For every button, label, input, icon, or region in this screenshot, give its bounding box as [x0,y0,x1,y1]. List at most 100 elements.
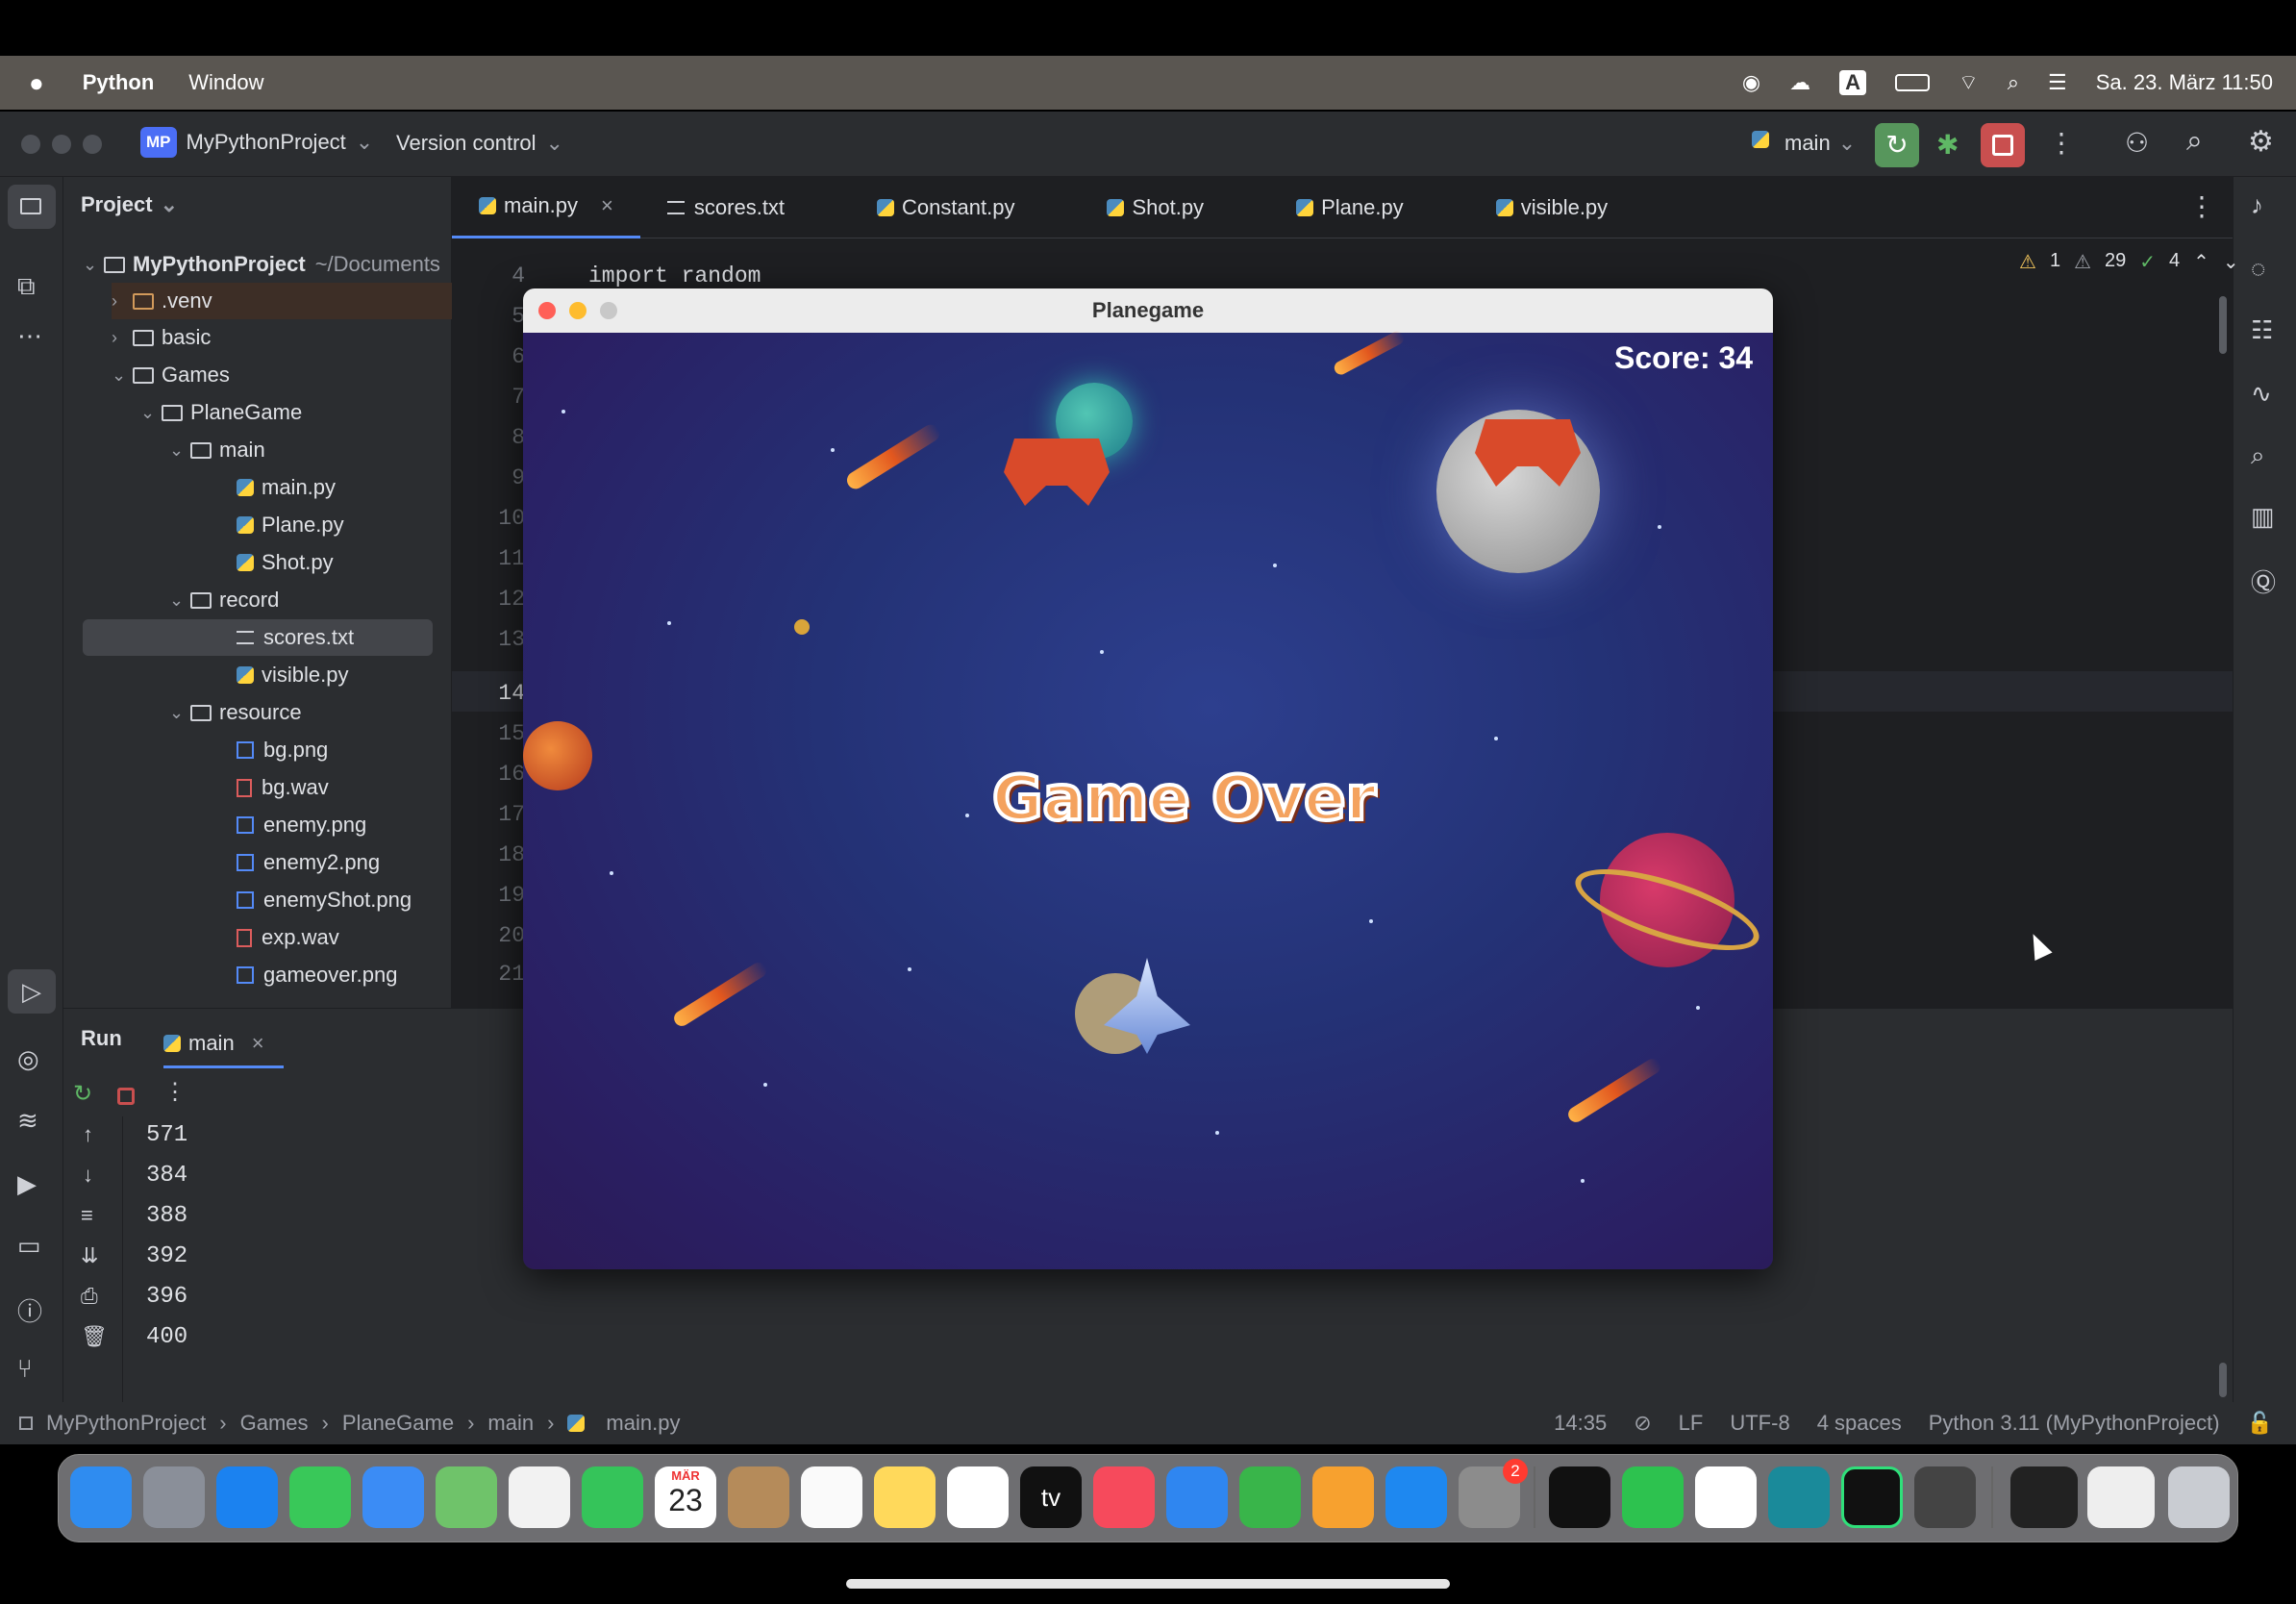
keynote-icon[interactable] [1166,1466,1228,1528]
arduino-icon[interactable] [1768,1466,1830,1528]
qodana-icon[interactable]: Ⓠ [2251,564,2276,599]
more-icon[interactable]: ⋮ [2048,127,2075,159]
numbers-icon[interactable] [1239,1466,1301,1528]
debug-icon[interactable]: ✱ [1936,129,1959,161]
tree-item-visible-py[interactable]: visible.py [237,657,348,693]
tree-item-enemyshot-png[interactable]: enemyShot.png [237,882,412,918]
planegame-window[interactable]: Planegame Score: 34 Game Over [523,288,1773,1269]
run-tab-main[interactable]: main × [163,1020,284,1068]
terminal-icon[interactable]: ▭ [17,1231,41,1261]
menu-window[interactable]: Window [188,70,263,95]
breadcrumb-item[interactable]: main [487,1411,534,1436]
tree-item-enemy2-png[interactable]: enemy2.png [237,844,380,881]
print-icon[interactable]: ⎙ [81,1284,98,1309]
tab-plane-py[interactable]: Plane.py [1269,177,1431,238]
minimize-window-button[interactable] [52,135,71,154]
stop-icon[interactable] [117,1088,135,1105]
pages-icon[interactable] [1312,1466,1374,1528]
breadcrumb-item[interactable]: PlaneGame [342,1411,454,1436]
ai-off-icon[interactable]: ⊘ [1634,1411,1651,1436]
python-console-icon[interactable]: ◎ [17,1044,39,1074]
menubar-datetime[interactable]: Sa. 23. März 11:50 [2096,70,2273,95]
close-window-button[interactable] [21,135,40,154]
arrow-up-icon[interactable]: ↑ [83,1122,93,1147]
tab-shot-py[interactable]: Shot.py [1080,177,1231,238]
game-canvas[interactable]: Score: 34 Game Over [523,329,1773,1269]
add-user-icon[interactable]: ⚇ [2125,127,2149,159]
minimized-window-thumb[interactable] [2010,1466,2078,1528]
facetime-icon[interactable] [582,1466,643,1528]
finder-icon[interactable] [70,1466,132,1528]
breadcrumb-item[interactable]: Games [240,1411,309,1436]
indent-setting[interactable]: 4 spaces [1817,1411,1902,1436]
tree-item-main-folder[interactable]: ⌄ main [169,432,265,468]
tree-item-games[interactable]: ⌄ Games [112,357,230,393]
apple-tv-icon[interactable]: tv [1020,1466,1082,1528]
mail-icon[interactable] [362,1466,424,1528]
tree-item-exp-wav[interactable]: exp.wav [237,919,339,956]
more-icon[interactable]: ⋮ [163,1078,187,1106]
wechat-icon[interactable] [1622,1466,1684,1528]
tree-root[interactable]: ⌄ MyPythonProject ~/Documents [83,246,440,283]
app-store-icon[interactable] [1385,1466,1447,1528]
file-encoding[interactable]: UTF-8 [1730,1411,1789,1436]
database-icon[interactable]: ☷ [2251,315,2273,345]
tab-scores-txt[interactable]: scores.txt [640,177,811,238]
project-tool-button[interactable] [8,185,56,229]
inspection-widget[interactable]: ⚠ 1 ⚠ 29 ✓ 4 ⌃ ⌄ [2019,250,2239,274]
tree-item-gameover-png[interactable]: gameover.png [237,957,397,993]
project-selector[interactable]: MP MyPythonProject ⌄ [140,127,373,158]
run-tool-icon[interactable]: ▷ [8,969,56,1014]
tab-constant-py[interactable]: Constant.py [850,177,1041,238]
tree-item-basic[interactable]: › basic [112,319,211,356]
trash-icon[interactable] [2168,1466,2230,1528]
console-scrollbar[interactable] [2219,1363,2227,1397]
profiler-icon[interactable]: ∿ [2251,379,2272,409]
safari-icon[interactable] [216,1466,278,1528]
tree-item-shot-py[interactable]: Shot.py [237,544,334,581]
control-center-icon[interactable]: ☰ [2048,70,2067,95]
maps-icon[interactable] [436,1466,497,1528]
close-icon[interactable]: × [601,193,613,218]
sciview-icon[interactable]: ▥ [2251,502,2275,532]
editor-scrollbar[interactable] [2219,296,2227,354]
tabs-more-icon[interactable]: ⋮ [2188,190,2215,222]
python-launcher-icon[interactable] [1914,1466,1976,1528]
input-source-icon[interactable]: A [1839,70,1866,95]
layers-icon[interactable]: ≋ [17,1106,38,1136]
breadcrumb-item[interactable]: MyPythonProject [46,1411,206,1436]
more-tools-icon[interactable]: ⋯ [17,321,42,351]
freeform-icon[interactable] [947,1466,1009,1528]
lock-icon[interactable]: 🔓 [2247,1411,2273,1436]
contacts-icon[interactable] [728,1466,789,1528]
tree-item-scores-txt[interactable]: scores.txt [83,619,433,656]
menu-app[interactable]: Python [83,70,155,95]
launchpad-icon[interactable] [143,1466,205,1528]
find-icon[interactable]: ⌕ [2251,440,2265,471]
vcs-selector[interactable]: Version control ⌄ [396,131,563,156]
caret-position[interactable]: 14:35 [1554,1411,1607,1436]
settings-icon[interactable]: ⚙ [2248,125,2274,159]
services-icon[interactable]: ▶ [17,1169,37,1199]
tree-item-resource[interactable]: ⌄ resource [169,694,302,731]
rerun-icon[interactable]: ↻ [1875,123,1919,167]
scroll-to-end-icon[interactable]: ⇊ [81,1243,98,1268]
arrow-down-icon[interactable]: ↓ [83,1163,93,1188]
tree-item-plane-py[interactable]: Plane.py [237,507,344,543]
trash-icon[interactable]: 🗑 [81,1324,108,1349]
git-icon[interactable]: ⑂ [17,1354,33,1384]
tree-item-bg-wav[interactable]: bg.wav [237,769,329,806]
game-minimize-button[interactable] [569,302,586,319]
game-zoom-button[interactable] [600,302,617,319]
chrome-icon[interactable] [1695,1466,1757,1528]
tree-item-planegame[interactable]: ⌄ PlaneGame [140,394,302,431]
calendar-icon[interactable]: MÄR 23 [655,1466,716,1528]
photos-icon[interactable] [509,1466,570,1528]
tab-main-py[interactable]: main.py × [452,177,640,238]
tree-item-bg-png[interactable]: bg.png [237,732,328,768]
rerun-icon[interactable]: ↻ [73,1080,92,1108]
tree-item-venv[interactable]: › .venv [112,283,452,319]
python-interpreter[interactable]: Python 3.11 (MyPythonProject) [1929,1411,2220,1436]
close-icon[interactable]: × [252,1031,264,1056]
minimized-window-thumb[interactable] [2087,1466,2155,1528]
